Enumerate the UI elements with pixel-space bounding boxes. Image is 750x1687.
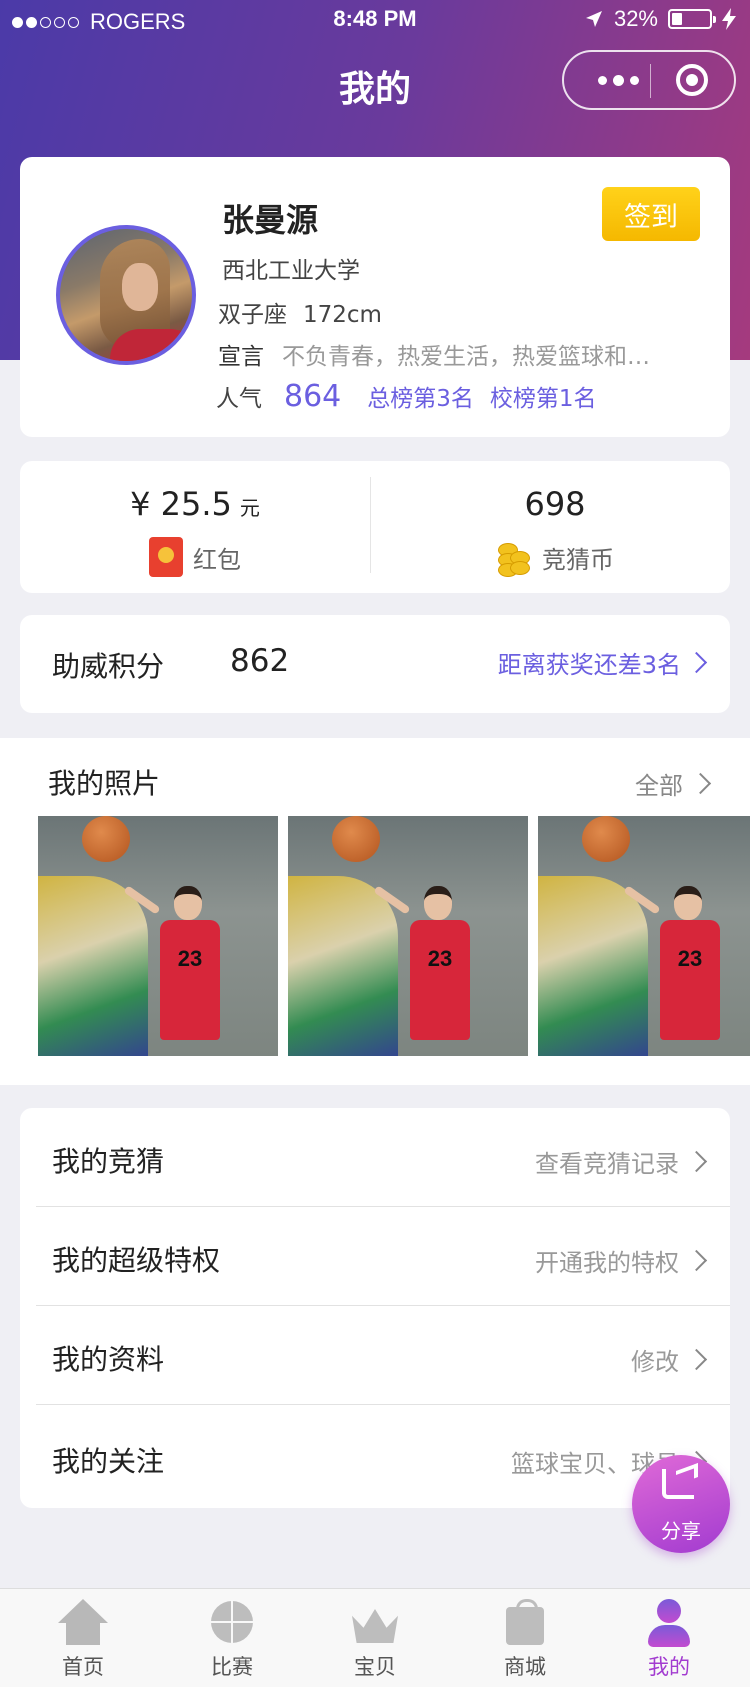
photos-section: 我的照片 全部 23 23 23 [0, 738, 750, 1085]
points-label: 助威积分 [52, 650, 165, 683]
redpack-cell[interactable]: ¥ 25.5 元 红包 [20, 461, 370, 593]
chevron-right-icon [685, 1348, 708, 1371]
share-button[interactable]: 分享 [632, 1455, 730, 1553]
cheer-points-card[interactable]: 助威积分 862 距离获奖还差3名 [20, 615, 730, 713]
tab-mine[interactable]: 我的 [594, 1589, 744, 1687]
shopping-bag-icon [500, 1599, 550, 1647]
more-menu-button[interactable] [588, 52, 648, 108]
tab-bar: 首页 比赛 宝贝 商城 我的 [0, 1588, 750, 1687]
chevron-right-icon [689, 772, 712, 795]
popularity-label: 人气 [216, 386, 262, 412]
user-school: 西北工业大学 [222, 258, 360, 284]
wallet-card: ¥ 25.5 元 红包 698 竞猜币 [20, 461, 730, 593]
tab-babes[interactable]: 宝贝 [300, 1589, 450, 1687]
user-zodiac: 双子座 [218, 302, 287, 328]
wallet-divider [370, 477, 371, 573]
tab-mall[interactable]: 商城 [450, 1589, 600, 1687]
coins-icon [496, 537, 532, 577]
tab-matches[interactable]: 比赛 [157, 1589, 307, 1687]
photo-thumbnail[interactable]: 23 [538, 816, 750, 1056]
menu-item-super-privilege[interactable]: 我的超级特权 开通我的特权 [20, 1207, 730, 1306]
chevron-right-icon [685, 651, 708, 674]
basketball-image [82, 816, 130, 862]
user-motto: 宣言 不负青春，热爱生活，热爱篮球和… [218, 337, 668, 371]
basketball-image [332, 816, 380, 862]
redpack-amount: ¥ 25.5 元 [130, 485, 260, 523]
prize-gap-link[interactable]: 距离获奖还差3名 [498, 645, 708, 680]
menu-item-my-follows[interactable]: 我的关注 篮球宝贝、球员 [20, 1408, 730, 1507]
photos-all-link[interactable]: 全部 [635, 766, 712, 801]
rank-total-link[interactable]: 总榜第3名 [367, 386, 474, 412]
profile-card: 张曼源 西北工业大学 双子座 172cm 宣言 不负青春，热爱生活，热爱篮球和… 人… [20, 157, 730, 437]
menu-item-my-profile[interactable]: 我的资料 修改 [20, 1306, 730, 1405]
menu-item-my-guesses[interactable]: 我的竞猜 查看竞猜记录 [20, 1108, 730, 1207]
battery-percent: 32% [613, 6, 658, 31]
close-miniprogram-button[interactable] [676, 64, 708, 96]
checkin-button[interactable]: 签到 [602, 187, 700, 241]
rank-school-link[interactable]: 校榜第1名 [490, 386, 597, 412]
battery-icon [668, 9, 716, 29]
motto-label: 宣言 [218, 344, 264, 370]
user-info: 双子座 172cm [218, 295, 382, 329]
points-value: 862 [230, 643, 290, 679]
coins-cell[interactable]: 698 竞猜币 [380, 461, 730, 593]
photo-gallery: 23 23 23 [38, 816, 750, 1056]
menu-list: 我的竞猜 查看竞猜记录 我的超级特权 开通我的特权 我的资料 修改 我的关注 篮… [20, 1108, 730, 1508]
crown-icon [350, 1599, 400, 1647]
home-icon [58, 1599, 108, 1647]
avatar[interactable] [56, 225, 196, 365]
photo-thumbnail[interactable]: 23 [288, 816, 528, 1056]
location-arrow-icon [585, 11, 602, 27]
coins-amount: 698 [524, 485, 586, 523]
coins-label: 竞猜币 [542, 545, 614, 574]
miniprogram-capsule [562, 50, 736, 110]
tab-home[interactable]: 首页 [8, 1589, 158, 1687]
photo-thumbnail[interactable]: 23 [38, 816, 278, 1056]
photos-title: 我的照片 [48, 767, 161, 800]
popularity-value: 864 [284, 379, 342, 414]
chevron-right-icon [685, 1150, 708, 1173]
user-name: 张曼源 [222, 201, 319, 239]
chevron-right-icon [685, 1249, 708, 1272]
user-height: 172cm [303, 302, 382, 328]
user-icon [644, 1599, 694, 1647]
charging-bolt-icon [722, 8, 736, 30]
motto-text: 不负青春，热爱生活，热爱篮球和… [282, 344, 650, 370]
redpack-label: 红包 [193, 545, 241, 574]
basketball-image [582, 816, 630, 862]
popularity-row: 人气 864 总榜第3名 校榜第1名 [216, 379, 613, 414]
basketball-icon [207, 1599, 257, 1647]
status-bar: ROGERS 8:48 PM 32% [0, 0, 750, 40]
red-envelope-icon [149, 537, 183, 577]
